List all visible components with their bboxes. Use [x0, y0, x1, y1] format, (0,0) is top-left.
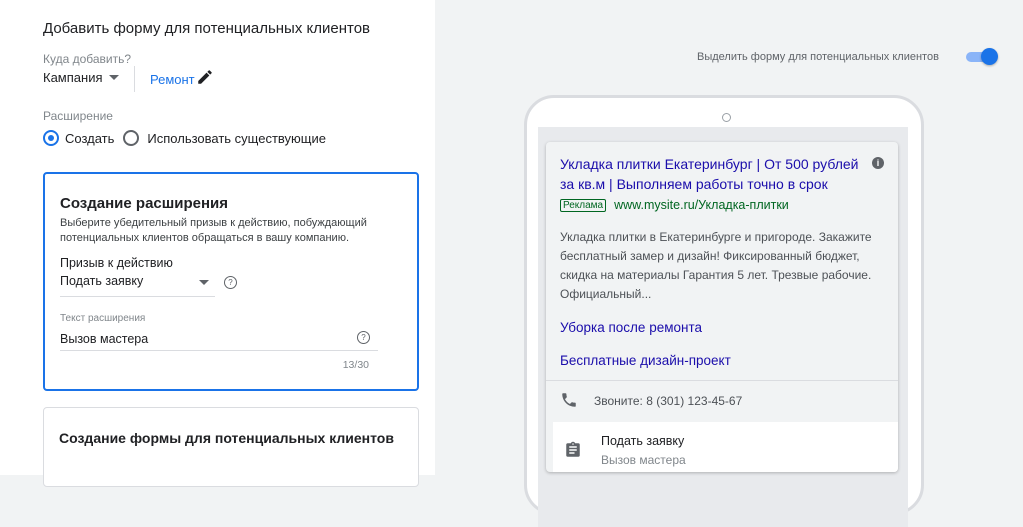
lead-form-card-title: Создание формы для потенциальных клиенто… [59, 430, 394, 446]
lead-form-card: Создание формы для потенциальных клиенто… [43, 407, 419, 487]
radio-create-label: Создать [65, 130, 115, 146]
divider [134, 66, 135, 92]
input-underline [60, 350, 378, 351]
phone-icon [562, 393, 576, 407]
radio-use-existing[interactable] [123, 130, 140, 146]
chevron-down-icon [199, 280, 209, 285]
info-icon[interactable]: i [872, 157, 884, 169]
ad-url-row: Реклама www.mysite.ru/Укладка-плитки [560, 198, 789, 212]
phone-preview: Укладка плитки Екатеринбург | От 500 руб… [524, 95, 924, 527]
lead-form-title: Подать заявку [601, 434, 685, 448]
campaign-name-link[interactable]: Ремонт [150, 72, 195, 87]
phone-screen: Укладка плитки Екатеринбург | От 500 руб… [538, 127, 908, 527]
campaign-type-select[interactable]: Кампания [43, 70, 119, 85]
highlight-toggle[interactable] [964, 48, 998, 65]
pencil-icon[interactable] [196, 68, 214, 86]
radio-use-existing-label: Использовать существующие [147, 130, 326, 146]
sitelink[interactable]: Уборка после ремонта [560, 320, 702, 335]
cta-label: Призыв к действию [60, 256, 173, 270]
call-extension[interactable]: Звоните: 8 (301) 123-45-67 [594, 394, 742, 408]
extension-card-description: Выберите убедительный призыв к действию,… [60, 217, 367, 244]
sitelink[interactable]: Бесплатные дизайн-проект [560, 353, 731, 368]
ad-badge: Реклама [560, 198, 607, 212]
extension-card: Создание расширения Выберите убедительны… [43, 172, 419, 391]
ad-url: www.mysite.ru/Укладка-плитки [614, 198, 789, 212]
ad-preview: Укладка плитки Екатеринбург | От 500 руб… [546, 142, 898, 472]
ad-headline[interactable]: Укладка плитки Екатеринбург | От 500 руб… [560, 154, 872, 194]
help-icon[interactable]: ? [224, 276, 237, 289]
extension-text-label: Текст расширения [60, 313, 146, 324]
help-icon[interactable]: ? [357, 331, 370, 344]
extension-card-title: Создание расширения [60, 195, 229, 212]
extension-label: Расширение [43, 109, 113, 123]
ad-description: Укладка плитки в Екатеринбурге и пригоро… [560, 230, 872, 301]
where-label: Куда добавить? [43, 52, 132, 66]
divider [546, 380, 898, 381]
cta-value: Подать заявку [60, 274, 144, 288]
extension-text-input[interactable]: Вызов мастера [60, 332, 148, 346]
cta-select[interactable]: Подать заявку [60, 274, 215, 297]
clipboard-icon [566, 441, 580, 457]
highlight-toggle-label: Выделить форму для потенциальных клиенто… [697, 51, 939, 63]
chevron-down-icon [108, 75, 119, 80]
char-counter: 13/30 [342, 359, 369, 371]
lead-form-extension[interactable]: Подать заявку Вызов мастера [553, 422, 898, 472]
campaign-type-value: Кампания [43, 70, 103, 85]
lead-form-subtitle: Вызов мастера [601, 453, 686, 467]
radio-create[interactable] [43, 130, 59, 146]
phone-camera [722, 113, 731, 122]
extension-radio-group: Создать Использовать существующие [43, 130, 326, 146]
toggle-knob [981, 48, 998, 65]
form-panel: Добавить форму для потенциальных клиенто… [0, 0, 435, 487]
page-title: Добавить форму для потенциальных клиенто… [43, 20, 371, 37]
